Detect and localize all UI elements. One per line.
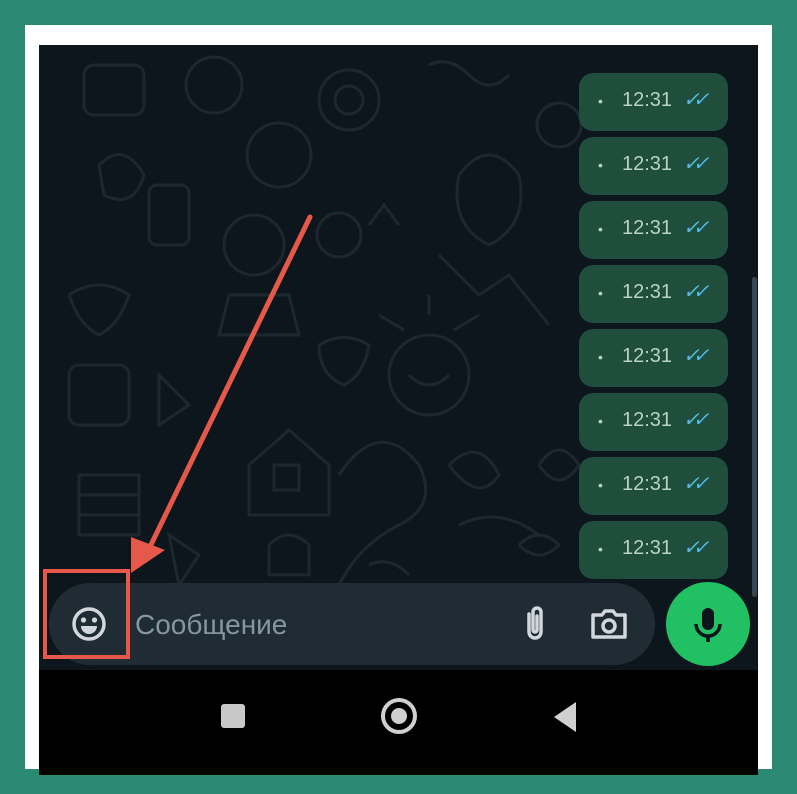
screenshot-frame: • 12:31 ✓✓ • 12:31 ✓✓ • 12:31 ✓✓ • 12:31… [25,25,772,775]
phone-screen: • 12:31 ✓✓ • 12:31 ✓✓ • 12:31 ✓✓ • 12:31… [39,45,758,775]
annotation-arrow [131,214,313,573]
